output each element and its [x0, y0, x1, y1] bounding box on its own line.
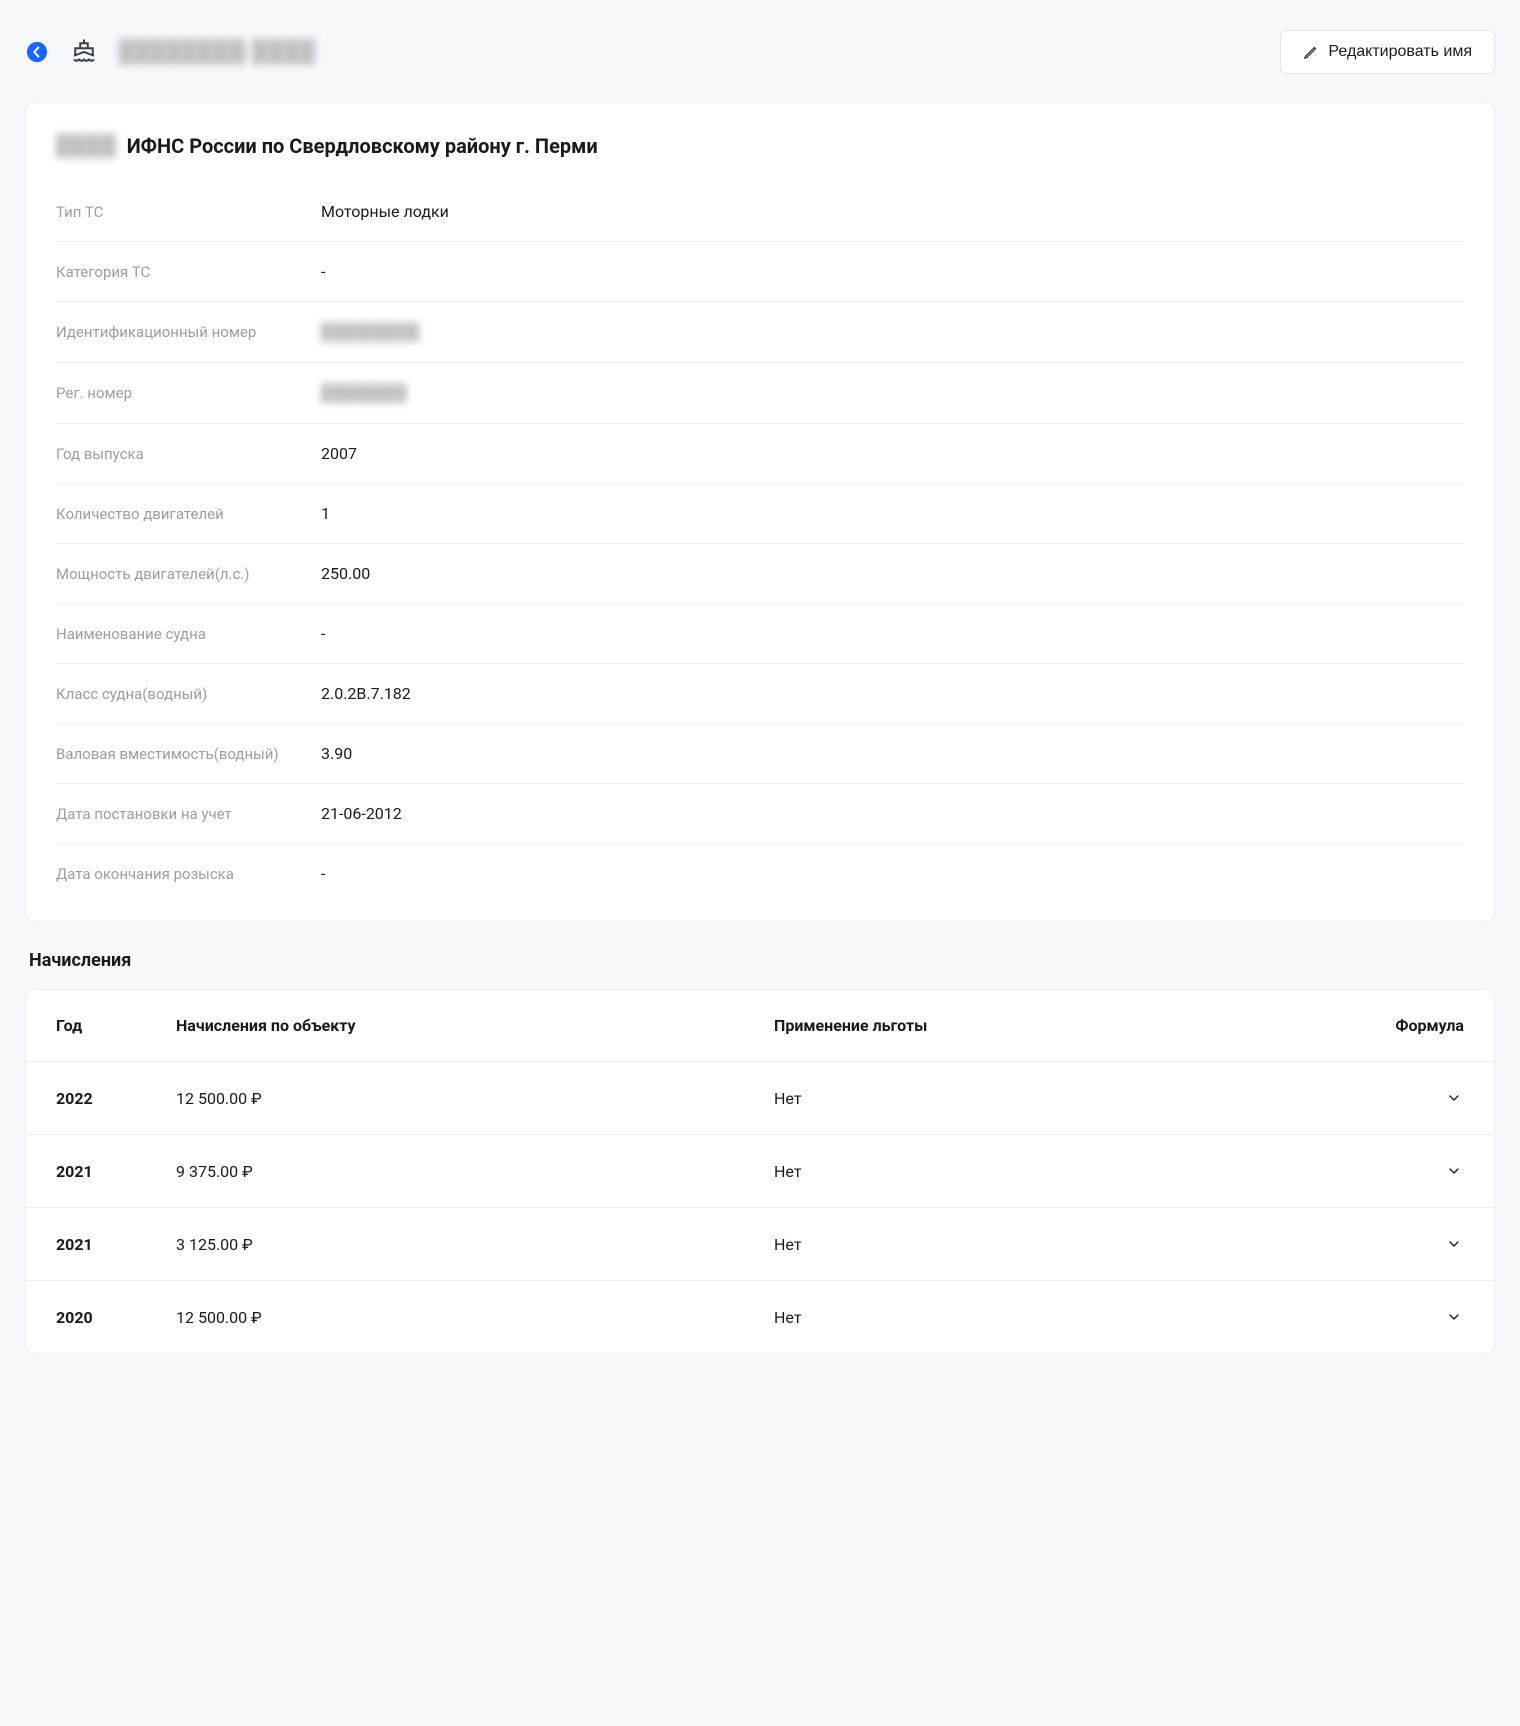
cell-year: 2021 — [56, 1235, 176, 1254]
detail-row: Рег. номер███████ — [56, 363, 1464, 424]
detail-row: Валовая вместимость(водный)3.90 — [56, 724, 1464, 784]
detail-label: Мощность двигателей(л.с.) — [56, 565, 321, 583]
detail-label: Дата постановки на учет — [56, 805, 321, 823]
detail-row: Дата окончания розыска- — [56, 844, 1464, 903]
header-left-group: ████████ ████ — [25, 37, 316, 67]
card-title-row: ████ ИФНС России по Свердловскому району… — [56, 133, 1464, 158]
detail-row: Мощность двигателей(л.с.)250.00 — [56, 544, 1464, 604]
cell-benefit: Нет — [774, 1162, 1334, 1181]
cell-amount: 9 375.00 ₽ — [176, 1162, 774, 1181]
detail-label: Категория ТС — [56, 263, 321, 281]
detail-row: Год выпуска2007 — [56, 424, 1464, 484]
chevron-down-icon — [1446, 1309, 1462, 1325]
card-id: ████ — [56, 133, 117, 158]
cell-amount: 12 500.00 ₽ — [176, 1308, 774, 1327]
detail-value: ███████ — [321, 383, 407, 403]
cell-year: 2020 — [56, 1308, 176, 1327]
detail-value: 2.0.2В.7.182 — [321, 684, 411, 703]
col-amount: Начисления по объекту — [176, 1016, 774, 1035]
expand-row-button[interactable] — [1444, 1088, 1464, 1108]
detail-row: Количество двигателей1 — [56, 484, 1464, 544]
accruals-heading: Начисления — [29, 950, 1495, 971]
cell-formula — [1334, 1307, 1464, 1327]
back-button[interactable] — [25, 40, 49, 64]
cell-benefit: Нет — [774, 1235, 1334, 1254]
detail-row: Идентификационный номер████████ — [56, 302, 1464, 363]
back-arrow-icon — [26, 41, 48, 63]
cell-benefit: Нет — [774, 1308, 1334, 1327]
card-title: ИФНС России по Свердловскому району г. П… — [127, 134, 598, 158]
detail-row: Наименование судна- — [56, 604, 1464, 664]
detail-row: Класс судна(водный)2.0.2В.7.182 — [56, 664, 1464, 724]
table-body: 202212 500.00 ₽Нет20219 375.00 ₽Нет20213… — [26, 1062, 1494, 1353]
detail-value: ████████ — [321, 322, 420, 342]
table-row: 202012 500.00 ₽Нет — [26, 1281, 1494, 1353]
pencil-icon — [1303, 45, 1318, 60]
col-benefit: Применение льготы — [774, 1016, 1334, 1035]
detail-value: - — [321, 624, 325, 643]
detail-label: Тип ТС — [56, 203, 321, 221]
detail-row: Дата постановки на учет21-06-2012 — [56, 784, 1464, 844]
detail-label: Год выпуска — [56, 445, 321, 463]
page-header: ████████ ████ Редактировать имя — [25, 30, 1495, 102]
detail-value: Моторные лодки — [321, 202, 449, 221]
cell-benefit: Нет — [774, 1089, 1334, 1108]
detail-value: - — [321, 262, 325, 281]
detail-label: Количество двигателей — [56, 505, 321, 523]
details-list: Тип ТСМоторные лодкиКатегория ТС-Идентиф… — [56, 182, 1464, 903]
col-formula: Формула — [1334, 1016, 1464, 1035]
col-year: Год — [56, 1016, 176, 1035]
detail-label: Класс судна(водный) — [56, 685, 321, 703]
expand-row-button[interactable] — [1444, 1307, 1464, 1327]
ship-icon — [69, 37, 99, 67]
cell-formula — [1334, 1234, 1464, 1254]
detail-label: Наименование судна — [56, 625, 321, 643]
expand-row-button[interactable] — [1444, 1161, 1464, 1181]
table-row: 20213 125.00 ₽Нет — [26, 1208, 1494, 1281]
cell-year: 2021 — [56, 1162, 176, 1181]
cell-amount: 3 125.00 ₽ — [176, 1235, 774, 1254]
detail-value: - — [321, 864, 325, 883]
info-card: ████ ИФНС России по Свердловскому району… — [25, 102, 1495, 922]
detail-value: 3.90 — [321, 744, 352, 763]
detail-label: Рег. номер — [56, 384, 321, 402]
edit-name-label: Редактировать имя — [1328, 43, 1472, 61]
chevron-down-icon — [1446, 1236, 1462, 1252]
chevron-down-icon — [1446, 1090, 1462, 1106]
detail-value: 2007 — [321, 444, 357, 463]
expand-row-button[interactable] — [1444, 1234, 1464, 1254]
detail-label: Дата окончания розыска — [56, 865, 321, 883]
cell-year: 2022 — [56, 1089, 176, 1108]
cell-formula — [1334, 1161, 1464, 1181]
accruals-table: Год Начисления по объекту Применение льг… — [25, 989, 1495, 1354]
detail-row: Тип ТСМоторные лодки — [56, 182, 1464, 242]
page-title: ████████ ████ — [119, 40, 316, 64]
table-header-row: Год Начисления по объекту Применение льг… — [26, 990, 1494, 1062]
cell-formula — [1334, 1088, 1464, 1108]
chevron-down-icon — [1446, 1163, 1462, 1179]
detail-value: 250.00 — [321, 564, 370, 583]
detail-label: Валовая вместимость(водный) — [56, 745, 321, 763]
cell-amount: 12 500.00 ₽ — [176, 1089, 774, 1108]
edit-name-button[interactable]: Редактировать имя — [1280, 30, 1495, 74]
detail-label: Идентификационный номер — [56, 323, 321, 341]
detail-value: 21-06-2012 — [321, 804, 402, 823]
table-row: 202212 500.00 ₽Нет — [26, 1062, 1494, 1135]
table-row: 20219 375.00 ₽Нет — [26, 1135, 1494, 1208]
detail-row: Категория ТС- — [56, 242, 1464, 302]
detail-value: 1 — [321, 504, 330, 523]
